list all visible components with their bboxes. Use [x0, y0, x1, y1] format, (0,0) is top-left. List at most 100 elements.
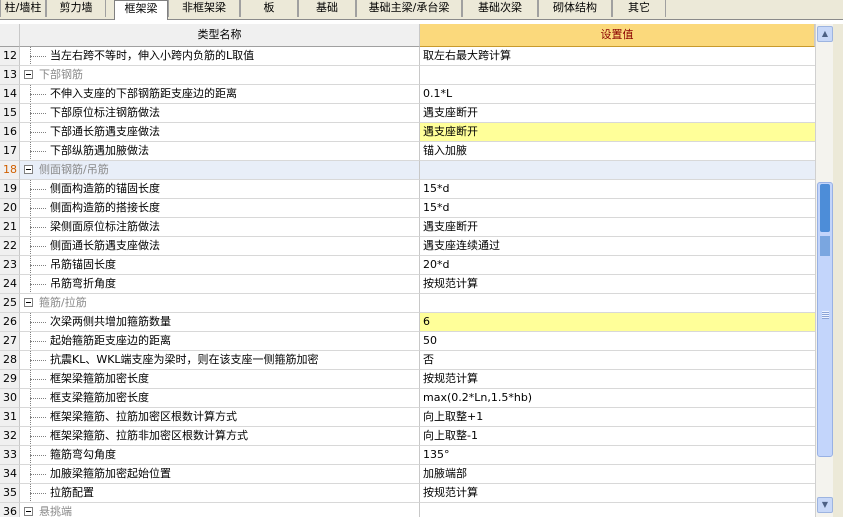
row-value-cell[interactable]: 135°	[420, 446, 815, 465]
table-row[interactable]: 17 下部纵筋遇加腋做法 锚入加腋	[0, 142, 815, 161]
row-value-cell[interactable]: 按规范计算	[420, 484, 815, 503]
row-value-cell[interactable]: 15*d	[420, 199, 815, 218]
row-name-cell: 框架梁箍筋加密长度	[20, 370, 420, 389]
table-row[interactable]: 31 框架梁箍筋、拉筋加密区根数计算方式 向上取整+1	[0, 408, 815, 427]
minus-box-icon[interactable]	[24, 298, 33, 307]
table-row[interactable]: 22 侧面通长筋遇支座做法 遇支座连续通过	[0, 237, 815, 256]
row-label: 当左右跨不等时，伸入小跨内负筋的L取值	[50, 49, 255, 62]
table-row[interactable]: 14 不伸入支座的下部钢筋距支座边的距离 0.1*L	[0, 85, 815, 104]
tab-1[interactable]: 柱/墙柱	[0, 0, 46, 17]
table-row[interactable]: 28 抗震KL、WKL端支座为梁时，则在该支座一侧箍筋加密 否	[0, 351, 815, 370]
row-value-cell[interactable]: 向上取整-1	[420, 427, 815, 446]
row-value-cell[interactable]: 加腋端部	[420, 465, 815, 484]
row-value-cell[interactable]: 向上取整+1	[420, 408, 815, 427]
minus-box-icon[interactable]	[24, 507, 33, 516]
table-row[interactable]: 24 吊筋弯折角度 按规范计算	[0, 275, 815, 294]
vertical-scrollbar[interactable]: ▲ ▼	[815, 24, 833, 517]
side-panel-handle[interactable]	[820, 184, 830, 232]
tab-2[interactable]: 剪力墙	[46, 0, 106, 17]
tab-7[interactable]: 基础主梁/承台梁	[356, 0, 462, 17]
row-value-cell[interactable]: 遇支座断开	[420, 123, 815, 142]
tab-4[interactable]: 非框架梁	[168, 0, 240, 17]
row-number: 17	[0, 142, 20, 161]
group-row[interactable]: 25 箍筋/拉筋	[0, 294, 815, 313]
row-name-cell: 不伸入支座的下部钢筋距支座边的距离	[20, 85, 420, 104]
row-value-cell[interactable]: 锚入加腋	[420, 142, 815, 161]
row-name-cell: 吊筋弯折角度	[20, 275, 420, 294]
row-label: 侧面通长筋遇支座做法	[50, 239, 160, 252]
table-row[interactable]: 32 框架梁箍筋、拉筋非加密区根数计算方式 向上取整-1	[0, 427, 815, 446]
row-value-cell[interactable]: 遇支座连续通过	[420, 237, 815, 256]
row-value-cell[interactable]: 遇支座断开	[420, 104, 815, 123]
row-value-cell[interactable]: 20*d	[420, 256, 815, 275]
row-label: 下部通长筋遇支座做法	[50, 125, 160, 138]
row-name-cell: 箍筋弯勾角度	[20, 446, 420, 465]
row-value-cell[interactable]: 遇支座断开	[420, 218, 815, 237]
row-number: 13	[0, 66, 20, 85]
table-row[interactable]: 23 吊筋锚固长度 20*d	[0, 256, 815, 275]
table-row[interactable]: 26 次梁两侧共增加箍筋数量 6	[0, 313, 815, 332]
tab-9[interactable]: 砌体结构	[538, 0, 612, 17]
row-number: 35	[0, 484, 20, 503]
row-name-cell: 框架梁箍筋、拉筋加密区根数计算方式	[20, 408, 420, 427]
tab-6[interactable]: 基础	[298, 0, 356, 17]
table-row[interactable]: 19 侧面构造筋的锚固长度 15*d	[0, 180, 815, 199]
tree-branch	[30, 455, 46, 456]
column-header-name[interactable]: 类型名称	[20, 24, 420, 47]
row-value-cell[interactable]: max(0.2*Ln,1.5*hb)	[420, 389, 815, 408]
table-row[interactable]: 15 下部原位标注钢筋做法 遇支座断开	[0, 104, 815, 123]
minus-box-icon[interactable]	[24, 70, 33, 79]
chevron-down-icon[interactable]: ▼	[817, 497, 833, 513]
group-label: 下部钢筋	[39, 68, 83, 81]
row-label: 抗震KL、WKL端支座为梁时，则在该支座一侧箍筋加密	[50, 353, 319, 366]
row-label: 吊筋锚固长度	[50, 258, 116, 271]
tree-branch	[30, 417, 46, 418]
table-row[interactable]: 30 框支梁箍筋加密长度 max(0.2*Ln,1.5*hb)	[0, 389, 815, 408]
tree-branch	[30, 360, 46, 361]
group-row[interactable]: 36 悬挑端	[0, 503, 815, 517]
row-name-cell: 下部通长筋遇支座做法	[20, 123, 420, 142]
row-number: 23	[0, 256, 20, 275]
group-row[interactable]: 13 下部钢筋	[0, 66, 815, 85]
table-row[interactable]: 20 侧面构造筋的搭接长度 15*d	[0, 199, 815, 218]
table-row[interactable]: 35 拉筋配置 按规范计算	[0, 484, 815, 503]
tab-5[interactable]: 板	[240, 0, 298, 17]
row-value-cell[interactable]: 50	[420, 332, 815, 351]
tab-10[interactable]: 其它	[612, 0, 666, 17]
row-name-cell: 下部钢筋	[20, 66, 420, 85]
minus-box-icon[interactable]	[24, 165, 33, 174]
row-name-cell: 侧面构造筋的搭接长度	[20, 199, 420, 218]
tree-branch	[30, 265, 46, 266]
row-value-cell[interactable]: 取左右最大跨计算	[420, 47, 815, 66]
row-value-cell[interactable]: 15*d	[420, 180, 815, 199]
tab-8[interactable]: 基础次梁	[462, 0, 538, 17]
table-row[interactable]: 21 梁侧面原位标注筋做法 遇支座断开	[0, 218, 815, 237]
row-name-cell: 拉筋配置	[20, 484, 420, 503]
row-value-cell[interactable]: 按规范计算	[420, 370, 815, 389]
row-number: 33	[0, 446, 20, 465]
table-row[interactable]: 27 起始箍筋距支座边的距离 50	[0, 332, 815, 351]
row-value-cell[interactable]: 6	[420, 313, 815, 332]
table-row[interactable]: 29 框架梁箍筋加密长度 按规范计算	[0, 370, 815, 389]
settings-grid: 类型名称 设置值 12 当左右跨不等时，伸入小跨内负筋的L取值 取左右最大跨计算 13…	[0, 24, 815, 517]
row-value-cell[interactable]: 按规范计算	[420, 275, 815, 294]
row-value-cell[interactable]: 否	[420, 351, 815, 370]
row-name-cell: 抗震KL、WKL端支座为梁时，则在该支座一侧箍筋加密	[20, 351, 420, 370]
row-value-cell[interactable]: 0.1*L	[420, 85, 815, 104]
group-row[interactable]: 18 侧面钢筋/吊筋	[0, 161, 815, 180]
table-row[interactable]: 12 当左右跨不等时，伸入小跨内负筋的L取值 取左右最大跨计算	[0, 47, 815, 66]
row-label: 加腋梁箍筋加密起始位置	[50, 467, 171, 480]
row-value-cell	[420, 294, 815, 313]
row-value-cell	[420, 503, 815, 517]
table-row[interactable]: 34 加腋梁箍筋加密起始位置 加腋端部	[0, 465, 815, 484]
tree-branch	[30, 379, 46, 380]
column-header-value[interactable]: 设置值	[420, 24, 815, 47]
table-row[interactable]: 33 箍筋弯勾角度 135°	[0, 446, 815, 465]
row-number: 20	[0, 199, 20, 218]
chevron-up-icon[interactable]: ▲	[817, 26, 833, 42]
tab-3[interactable]: 框架梁	[114, 0, 168, 20]
side-panel-handle-secondary[interactable]	[820, 236, 830, 256]
table-row[interactable]: 16 下部通长筋遇支座做法 遇支座断开	[0, 123, 815, 142]
row-name-cell: 侧面通长筋遇支座做法	[20, 237, 420, 256]
tree-branch	[30, 341, 46, 342]
